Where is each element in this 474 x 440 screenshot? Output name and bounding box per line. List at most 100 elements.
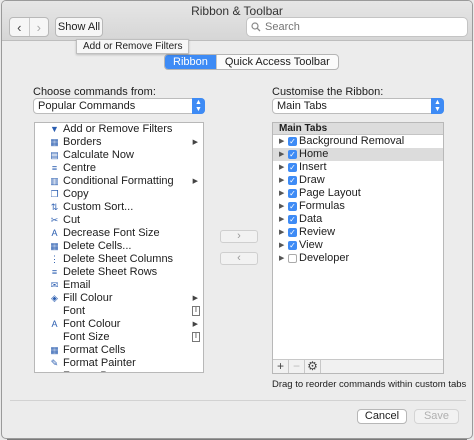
command-label: Font Colour	[63, 318, 121, 330]
sort-icon: ⇅	[50, 202, 59, 212]
format-painter-icon: ✎	[50, 358, 59, 368]
ribbon-tab-row[interactable]: ▶ ✓ Data	[273, 213, 443, 226]
remove-tab-button[interactable]: −	[289, 360, 305, 373]
fill-colour-icon: ◈	[51, 293, 58, 303]
tab-checkbox[interactable]: ✓	[288, 189, 297, 198]
command-item[interactable]: ▥ Conditional Formatting ▶	[35, 175, 203, 188]
command-item[interactable]: ▦ Delete Cells...	[35, 240, 203, 253]
tab-bar: Ribbon Quick Access Toolbar	[164, 54, 339, 70]
command-label: Fill Colour	[63, 292, 113, 304]
text-field-icon: I	[192, 332, 200, 342]
tab-quick-access-toolbar[interactable]: Quick Access Toolbar	[215, 55, 338, 69]
show-all-button[interactable]: Show All	[55, 17, 103, 37]
divider	[10, 400, 466, 401]
command-item[interactable]: A Font Colour ▶	[35, 318, 203, 331]
disclosure-triangle-icon[interactable]: ▶	[279, 226, 284, 239]
command-item[interactable]: ≡ Delete Sheet Rows	[35, 266, 203, 279]
ribbon-tab-row[interactable]: ▶ ✓ Home	[273, 148, 443, 161]
command-label: Borders	[63, 136, 102, 148]
add-tab-button[interactable]: +	[273, 360, 289, 373]
search-field[interactable]	[246, 17, 468, 37]
remove-command-button[interactable]: ‹	[220, 252, 258, 265]
save-button[interactable]: Save	[414, 409, 459, 424]
commands-list[interactable]: ▼ Add or Remove Filters ▦ Borders ▶ ▤ Calculat…	[34, 122, 204, 373]
command-item[interactable]: Font Size I	[35, 331, 203, 344]
command-item[interactable]: ✂ Cut	[35, 214, 203, 227]
command-label: Decrease Font Size	[63, 227, 160, 239]
command-item[interactable]: ≡ Centre	[35, 162, 203, 175]
dropdown-arrows-icon: ▲ ▼	[192, 98, 205, 114]
ribbon-tab-row[interactable]: ▶ Developer	[273, 252, 443, 265]
disclosure-triangle-icon[interactable]: ▶	[279, 213, 284, 226]
tab-checkbox[interactable]: ✓	[288, 241, 297, 250]
command-item[interactable]: ▤ Calculate Now	[35, 149, 203, 162]
tab-checkbox[interactable]: ✓	[288, 137, 297, 146]
ribbon-tab-label: Formulas	[299, 200, 345, 212]
disclosure-triangle-icon[interactable]: ▶	[279, 161, 284, 174]
command-item[interactable]: ❐ Copy	[35, 188, 203, 201]
ribbon-tab-row[interactable]: ▶ ✓ Review	[273, 226, 443, 239]
ribbon-tab-label: Review	[299, 226, 336, 238]
disclosure-triangle-icon[interactable]: ▶	[279, 135, 284, 148]
ribbon-tab-row[interactable]: ▶ ✓ Background Removal	[273, 135, 443, 148]
ribbon-tabs-dropdown[interactable]: Main Tabs ▲ ▼	[272, 98, 444, 114]
command-label: Delete Sheet Rows	[63, 266, 158, 278]
ribbon-tab-row[interactable]: ▶ ✓ Insert	[273, 161, 443, 174]
command-item[interactable]: ⇅ Custom Sort...	[35, 201, 203, 214]
disclosure-triangle-icon[interactable]: ▶	[279, 187, 284, 200]
forward-button[interactable]: ›	[28, 18, 49, 36]
tab-checkbox[interactable]: ✓	[288, 176, 297, 185]
submenu-arrow-icon: ▶	[192, 295, 198, 302]
command-item[interactable]: ▦ Borders ▶	[35, 136, 203, 149]
search-input[interactable]	[265, 21, 455, 33]
title-bar: Ribbon & Toolbar ‹ › Show All	[2, 1, 472, 41]
disclosure-triangle-icon[interactable]: ▶	[279, 148, 284, 161]
command-label: Email	[63, 279, 91, 291]
command-item[interactable]: ✎ Format Painter	[35, 357, 203, 370]
command-item[interactable]: ✉ Email	[35, 279, 203, 292]
cancel-button[interactable]: Cancel	[357, 409, 407, 424]
command-label: Calculate Now	[63, 149, 134, 161]
command-item[interactable]: ◈ Fill Colour ▶	[35, 292, 203, 305]
delete-cells-icon: ▦	[50, 241, 59, 251]
tab-checkbox[interactable]: ✓	[288, 228, 297, 237]
back-button[interactable]: ‹	[10, 18, 29, 36]
ribbon-tab-label: Home	[299, 148, 329, 160]
ribbon-tab-row[interactable]: ▶ ✓ Formulas	[273, 200, 443, 213]
command-label: Delete Sheet Columns	[63, 253, 174, 265]
ribbon-tab-row[interactable]: ▶ ✓ Page Layout	[273, 187, 443, 200]
command-item[interactable]: A Decrease Font Size	[35, 227, 203, 240]
font-colour-icon: A	[51, 319, 58, 329]
command-item[interactable]: ⋮ Delete Sheet Columns	[35, 253, 203, 266]
disclosure-triangle-icon[interactable]: ▶	[279, 252, 284, 265]
disclosure-triangle-icon[interactable]: ▶	[279, 174, 284, 187]
calculator-icon: ▤	[50, 150, 59, 160]
tab-checkbox[interactable]: ✓	[288, 150, 297, 159]
command-item[interactable]: ▦ Format Cells	[35, 344, 203, 357]
tab-checkbox[interactable]: ✓	[288, 202, 297, 211]
delete-columns-icon: ⋮	[50, 254, 59, 264]
command-label: Font	[63, 305, 86, 317]
command-item[interactable]: ▼ Add or Remove Filters	[35, 123, 203, 136]
ribbon-tab-row[interactable]: ▶ ✓ View	[273, 239, 443, 252]
command-item[interactable]: Font I	[35, 305, 203, 318]
command-label: Custom Sort...	[63, 201, 134, 213]
tree-header: Main Tabs	[273, 123, 443, 135]
add-command-button[interactable]: ›	[220, 230, 258, 243]
ribbon-tab-label: Data	[299, 213, 323, 225]
disclosure-triangle-icon[interactable]: ▶	[279, 200, 284, 213]
command-label: Format Painter	[63, 357, 136, 369]
tab-ribbon[interactable]: Ribbon	[165, 55, 216, 69]
customise-ribbon-label: Customise the Ribbon:	[272, 86, 384, 98]
filter-icon: ▼	[50, 124, 59, 134]
command-item[interactable]: ▦Freeze Panes	[35, 370, 203, 372]
tab-checkbox[interactable]: ✓	[288, 163, 297, 172]
ribbon-tab-row[interactable]: ▶ ✓ Draw	[273, 174, 443, 187]
tab-checkbox[interactable]: ✓	[288, 215, 297, 224]
commands-source-dropdown[interactable]: Popular Commands ▲ ▼	[33, 98, 205, 114]
ribbon-tabs-tree[interactable]: Main Tabs ▶ ✓ Background Removal ▶ ✓ Home ▶ ✓ In…	[272, 122, 444, 374]
align-center-icon: ≡	[51, 163, 58, 173]
disclosure-triangle-icon[interactable]: ▶	[279, 239, 284, 252]
gear-icon[interactable]: ⚙	[305, 360, 321, 373]
tab-checkbox[interactable]	[288, 254, 297, 263]
